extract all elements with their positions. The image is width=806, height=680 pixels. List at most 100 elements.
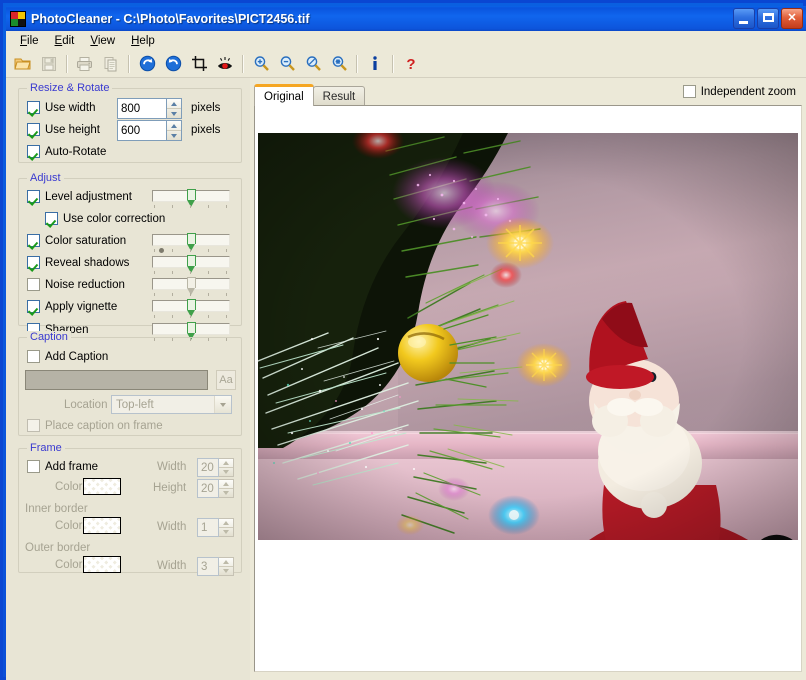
level-adjustment-slider[interactable] bbox=[152, 190, 230, 210]
inner-border-width-stepper[interactable]: 1 bbox=[197, 518, 234, 537]
tab-result[interactable]: Result bbox=[313, 86, 366, 106]
height-unit-label: pixels bbox=[191, 124, 220, 136]
title-bar: PhotoCleaner - C:\Photo\Favorites\PICT24… bbox=[6, 6, 806, 31]
use-color-correction-label: Use color correction bbox=[63, 213, 165, 225]
svg-text:?: ? bbox=[406, 56, 415, 72]
print-icon[interactable] bbox=[72, 52, 98, 76]
app-logo-icon bbox=[10, 11, 26, 27]
frame-height-label: Height bbox=[153, 482, 186, 494]
preview-image[interactable] bbox=[258, 133, 798, 540]
copy-icon[interactable] bbox=[98, 52, 124, 76]
frame-width-spin-buttons[interactable] bbox=[219, 458, 234, 477]
rotate-right-icon[interactable] bbox=[134, 52, 160, 76]
zoom-out-icon[interactable] bbox=[274, 52, 300, 76]
independent-zoom-row[interactable]: Independent zoom bbox=[683, 85, 796, 98]
reveal-shadows-row[interactable]: Reveal shadows bbox=[27, 256, 129, 269]
zoom-fit-icon[interactable] bbox=[300, 52, 326, 76]
save-icon[interactable] bbox=[36, 52, 62, 76]
independent-zoom-checkbox[interactable] bbox=[683, 85, 696, 98]
menu-bar: File Edit View Help bbox=[6, 31, 806, 50]
independent-zoom-label: Independent zoom bbox=[701, 86, 796, 98]
auto-rotate-checkbox[interactable] bbox=[27, 145, 40, 158]
use-color-correction-checkbox[interactable] bbox=[45, 212, 58, 225]
saturation-default-marker bbox=[159, 248, 164, 253]
level-adjustment-label: Level adjustment bbox=[45, 191, 132, 203]
image-viewport[interactable] bbox=[254, 105, 802, 672]
inner-border-color-swatch[interactable] bbox=[83, 517, 121, 534]
use-height-row[interactable]: Use height bbox=[27, 123, 100, 136]
reveal-shadows-checkbox[interactable] bbox=[27, 256, 40, 269]
add-caption-checkbox[interactable] bbox=[27, 350, 40, 363]
frame-height-spin-buttons[interactable] bbox=[219, 479, 234, 498]
help-icon[interactable]: ? bbox=[398, 52, 424, 76]
open-icon[interactable] bbox=[10, 52, 36, 76]
place-caption-on-frame-checkbox[interactable] bbox=[27, 419, 40, 432]
use-color-correction-row[interactable]: Use color correction bbox=[45, 212, 165, 225]
apply-vignette-row[interactable]: Apply vignette bbox=[27, 300, 117, 313]
outer-border-width-stepper[interactable]: 3 bbox=[197, 557, 234, 576]
noise-reduction-row[interactable]: Noise reduction bbox=[27, 278, 125, 291]
use-height-checkbox[interactable] bbox=[27, 123, 40, 136]
outer-border-width-input[interactable]: 3 bbox=[197, 557, 219, 576]
maximize-button[interactable] bbox=[757, 8, 779, 29]
red-eye-icon[interactable] bbox=[212, 52, 238, 76]
level-adjustment-row[interactable]: Level adjustment bbox=[27, 190, 132, 203]
crop-icon[interactable] bbox=[186, 52, 212, 76]
outer-border-color-swatch[interactable] bbox=[83, 556, 121, 573]
add-frame-row[interactable]: Add frame bbox=[27, 460, 98, 473]
inner-border-width-label: Width bbox=[157, 521, 186, 533]
apply-vignette-slider[interactable] bbox=[152, 300, 230, 320]
caption-font-button[interactable]: Aa bbox=[216, 370, 236, 390]
caption-text-input[interactable] bbox=[25, 370, 208, 390]
auto-rotate-row[interactable]: Auto-Rotate bbox=[27, 145, 106, 158]
level-adjustment-checkbox[interactable] bbox=[27, 190, 40, 203]
width-spin-buttons[interactable] bbox=[167, 98, 182, 119]
frame-width-input[interactable]: 20 bbox=[197, 458, 219, 477]
inner-border-color-label: Color bbox=[55, 520, 82, 532]
toolbar-separator bbox=[392, 55, 394, 73]
use-width-checkbox[interactable] bbox=[27, 101, 40, 114]
use-width-row[interactable]: Use width bbox=[27, 101, 96, 114]
add-caption-row[interactable]: Add Caption bbox=[27, 350, 108, 363]
rotate-left-icon[interactable] bbox=[160, 52, 186, 76]
frame-color-label: Color bbox=[55, 481, 82, 493]
frame-width-stepper[interactable]: 20 bbox=[197, 458, 234, 477]
menu-view[interactable]: View bbox=[82, 33, 123, 49]
place-caption-on-frame-label: Place caption on frame bbox=[45, 420, 163, 432]
outer-border-width-spin-buttons[interactable] bbox=[219, 557, 234, 576]
color-saturation-checkbox[interactable] bbox=[27, 234, 40, 247]
width-stepper[interactable]: 800 bbox=[117, 98, 182, 119]
place-caption-on-frame-row[interactable]: Place caption on frame bbox=[27, 419, 163, 432]
caption-location-select[interactable]: Top-left bbox=[111, 395, 232, 414]
info-icon[interactable] bbox=[362, 52, 388, 76]
settings-panel: Resize & Rotate Use width 800 pixels Use… bbox=[6, 78, 250, 680]
outer-border-color-label: Color bbox=[55, 559, 82, 571]
reveal-shadows-label: Reveal shadows bbox=[45, 257, 129, 269]
minimize-button[interactable] bbox=[733, 8, 755, 29]
frame-height-stepper[interactable]: 20 bbox=[197, 479, 234, 498]
inner-border-width-spin-buttons[interactable] bbox=[219, 518, 234, 537]
height-stepper[interactable]: 600 bbox=[117, 120, 182, 141]
menu-edit[interactable]: Edit bbox=[47, 33, 83, 49]
noise-reduction-checkbox[interactable] bbox=[27, 278, 40, 291]
add-frame-checkbox[interactable] bbox=[27, 460, 40, 473]
tab-original[interactable]: Original bbox=[254, 84, 314, 106]
color-saturation-slider[interactable] bbox=[152, 234, 230, 254]
menu-file[interactable]: File bbox=[12, 33, 47, 49]
frame-color-swatch[interactable] bbox=[83, 478, 121, 495]
frame-height-input[interactable]: 20 bbox=[197, 479, 219, 498]
reveal-shadows-slider[interactable] bbox=[152, 256, 230, 276]
chevron-down-icon[interactable] bbox=[214, 396, 231, 413]
caption-location-value: Top-left bbox=[116, 399, 154, 411]
close-button[interactable]: ✕ bbox=[781, 8, 803, 29]
color-saturation-row[interactable]: Color saturation bbox=[27, 234, 126, 247]
zoom-actual-icon[interactable] bbox=[326, 52, 352, 76]
height-spin-buttons[interactable] bbox=[167, 120, 182, 141]
inner-border-width-input[interactable]: 1 bbox=[197, 518, 219, 537]
zoom-in-icon[interactable] bbox=[248, 52, 274, 76]
caption-title: Caption bbox=[27, 331, 71, 343]
apply-vignette-checkbox[interactable] bbox=[27, 300, 40, 313]
width-input[interactable]: 800 bbox=[117, 98, 167, 119]
menu-help[interactable]: Help bbox=[123, 33, 163, 49]
height-input[interactable]: 600 bbox=[117, 120, 167, 141]
